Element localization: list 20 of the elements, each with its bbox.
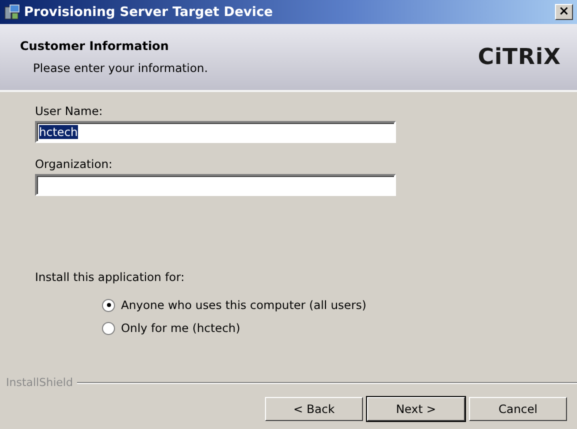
radio-button[interactable]	[102, 298, 115, 312]
dialog-button[interactable]: Next >	[367, 397, 465, 421]
installer-brand: InstallShield	[6, 376, 73, 389]
window-title: Provisioning Server Target Device	[24, 4, 274, 20]
input-field[interactable]	[35, 174, 396, 196]
computer-icon	[4, 4, 20, 20]
radio-label[interactable]: Anyone who uses this computer (all users)	[121, 298, 366, 312]
dialog-button[interactable]: < Back	[265, 397, 363, 421]
install-for-label: Install this application for:	[35, 270, 186, 284]
radio-label[interactable]: Only for me (hctech)	[121, 321, 240, 335]
field-label: Organization:	[35, 157, 114, 171]
field-value: hctech	[39, 125, 78, 139]
field-label: User Name:	[35, 104, 104, 118]
close-button[interactable]: ×	[555, 4, 573, 20]
section-subtitle: Please enter your information.	[32, 61, 208, 75]
logo: CiTRiX	[478, 44, 561, 70]
radio-button[interactable]	[102, 322, 115, 334]
input-field[interactable]: hctech	[35, 121, 396, 143]
section-title: Customer Information	[20, 39, 170, 53]
dialog-button[interactable]: Cancel	[469, 397, 567, 421]
